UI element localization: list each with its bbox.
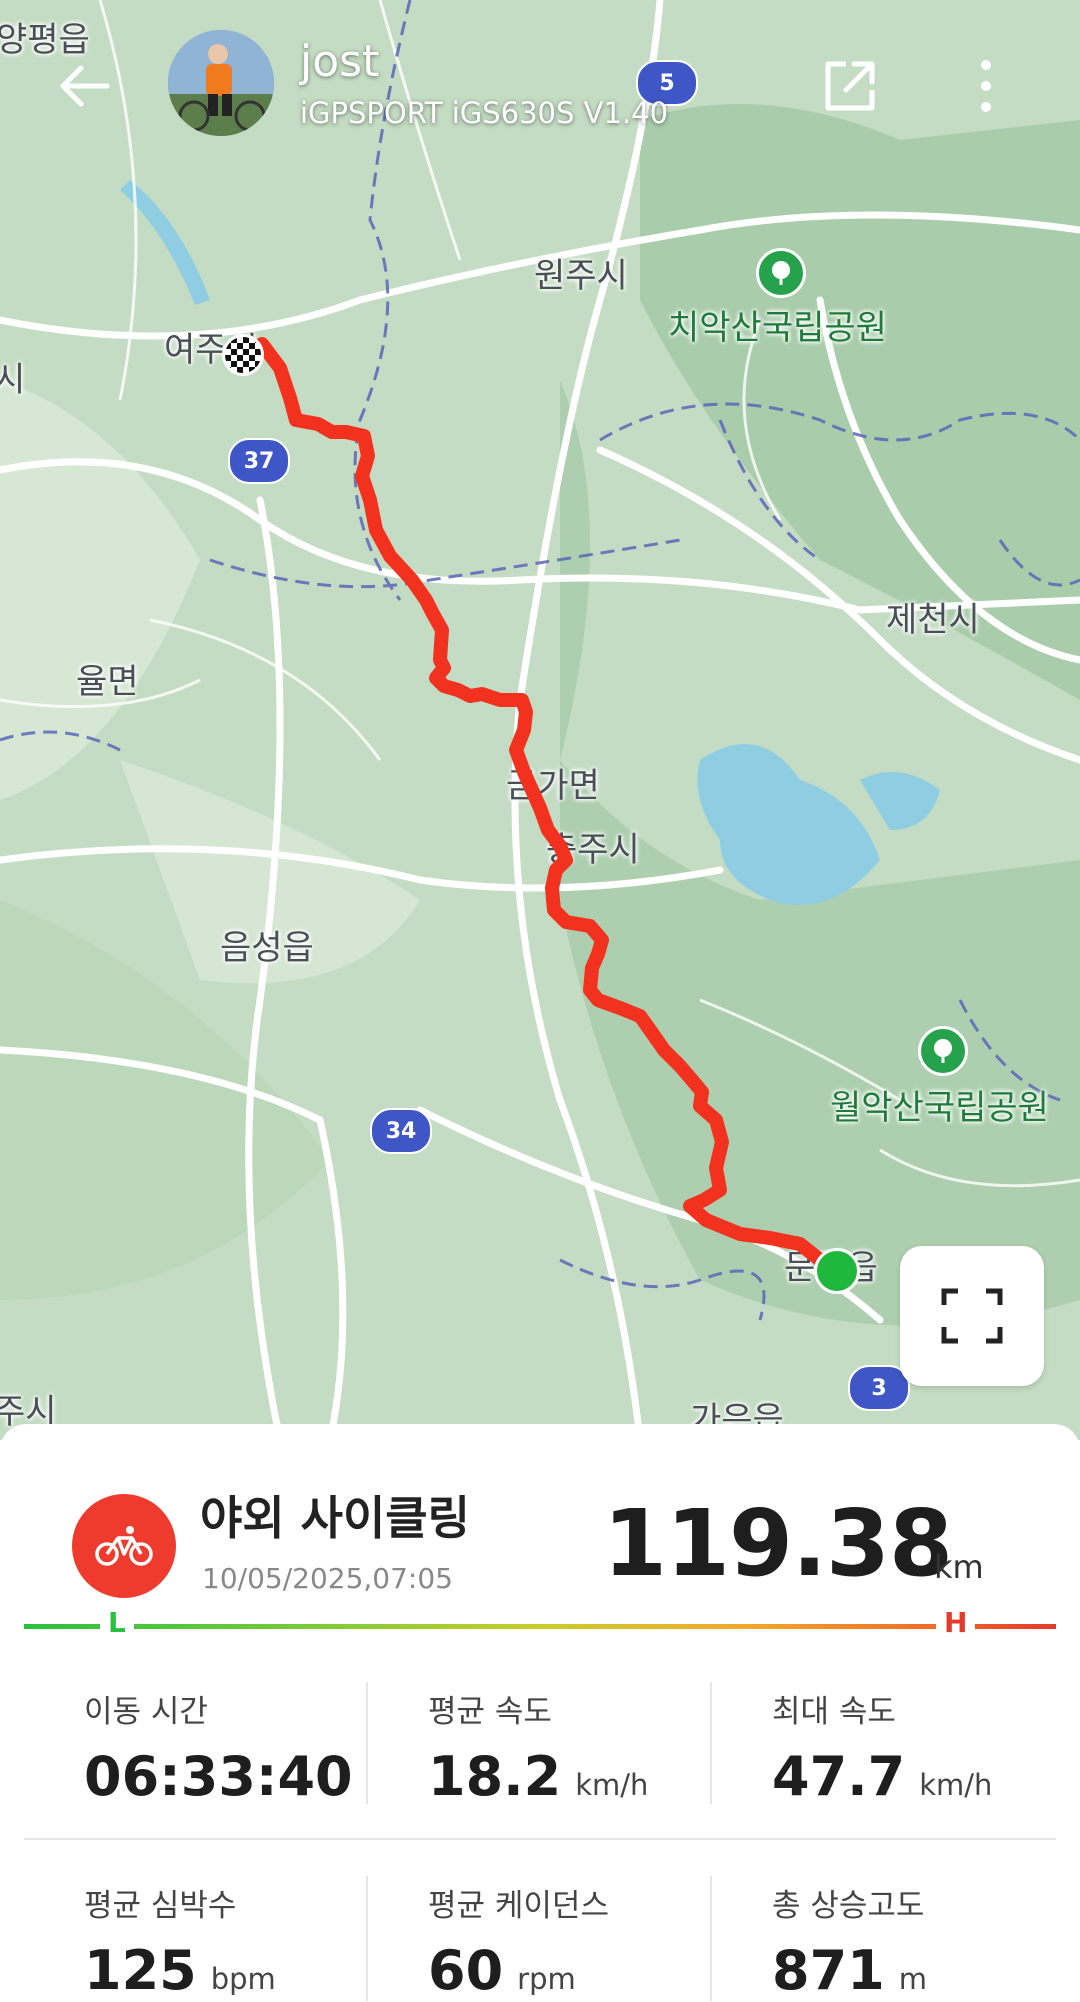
divider	[710, 1682, 712, 1804]
fullscreen-icon	[941, 1288, 1003, 1344]
fullscreen-button[interactable]	[900, 1246, 1044, 1386]
divider	[366, 1682, 368, 1804]
stat-value: 18.2	[428, 1745, 562, 1808]
gradient-high-label: H	[936, 1606, 976, 1639]
distance-unit: km	[934, 1548, 984, 1586]
start-marker-icon	[814, 1248, 860, 1294]
activity-title: 야외 사이클링	[200, 1491, 470, 1545]
activity-date: 10/05/2025,07:05	[202, 1562, 453, 1595]
finish-flag-icon	[222, 334, 264, 376]
stat-avg-speed: 평균 속도 18.2 km/h	[428, 1686, 768, 1808]
stat-label: 최대 속도	[772, 1694, 896, 1730]
stat-avg-heart-rate: 평균 심박수 125 bpm	[84, 1880, 424, 2002]
elevation-gradient-bar	[24, 1624, 1056, 1629]
activity-summary-panel: 야외 사이클링 10/05/2025,07:05 119.38 km L H 이…	[0, 1424, 1080, 2002]
stat-label: 총 상승고도	[772, 1888, 925, 1924]
divider	[710, 1876, 712, 2001]
divider	[366, 1876, 368, 2001]
arrow-left-icon	[60, 65, 110, 107]
device-name: iGPSPORT iGS630S V1.40	[300, 96, 669, 130]
cycling-icon	[72, 1494, 176, 1598]
total-distance: 119.38	[602, 1490, 953, 1597]
stat-avg-cadence: 평균 케이던스 60 rpm	[428, 1880, 768, 2002]
more-options-button[interactable]	[966, 50, 1006, 122]
stat-unit: km/h	[919, 1768, 993, 1802]
more-vertical-icon	[981, 60, 991, 112]
stat-label: 이동 시간	[84, 1694, 208, 1730]
gradient-low-label: L	[100, 1606, 134, 1639]
stat-label: 평균 심박수	[84, 1888, 237, 1924]
stat-unit: bpm	[210, 1962, 276, 1996]
stat-value: 871	[772, 1939, 885, 2002]
divider	[24, 1838, 1056, 1840]
stat-unit: m	[898, 1962, 927, 1996]
route-map[interactable]: 양평읍 시 원주시 치악산국립공원 여주시 제천시 율면 금가면 충주시 음성읍…	[0, 0, 1080, 1440]
stat-value: 125	[84, 1939, 197, 2002]
stat-label: 평균 케이던스	[428, 1888, 609, 1924]
stat-moving-time: 이동 시간 06:33:40	[84, 1686, 424, 1808]
stat-unit: km/h	[575, 1768, 649, 1802]
stat-total-ascent: 총 상승고도 871 m	[772, 1880, 1080, 2002]
avatar[interactable]	[168, 30, 274, 136]
share-export-icon	[825, 61, 875, 111]
share-button[interactable]	[814, 50, 886, 122]
stat-value: 47.7	[772, 1745, 906, 1808]
back-button[interactable]	[50, 56, 120, 116]
stat-label: 평균 속도	[428, 1694, 552, 1730]
stat-max-speed: 최대 속도 47.7 km/h	[772, 1686, 1080, 1808]
user-name[interactable]: jost	[300, 36, 379, 87]
stat-value: 60	[428, 1939, 504, 2002]
route-line	[255, 337, 827, 1267]
stat-value: 06:33:40	[84, 1745, 353, 1808]
stat-unit: rpm	[517, 1962, 576, 1996]
